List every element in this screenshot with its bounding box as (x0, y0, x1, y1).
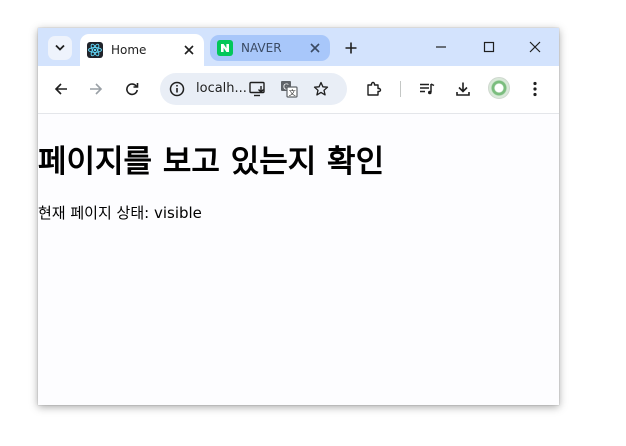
site-info-button[interactable] (166, 78, 188, 100)
new-tab-button[interactable] (341, 38, 361, 58)
tab-title: Home (111, 43, 147, 57)
info-icon (169, 81, 185, 97)
media-queue-icon (420, 83, 435, 95)
forward-icon (90, 83, 103, 95)
media-queue-button[interactable] (416, 78, 438, 100)
tab-strip: Home NAVER (38, 28, 559, 66)
chevron-down-icon (55, 44, 65, 51)
menu-button[interactable] (524, 78, 546, 100)
browser-window: Home NAVER localh... G 文 페이지를 보고 있는지 확인 … (38, 28, 559, 405)
close-window-button[interactable] (520, 35, 550, 59)
tab-naver[interactable]: NAVER (210, 35, 330, 61)
naver-icon (217, 40, 233, 56)
maximize-button[interactable] (474, 35, 504, 59)
profile-avatar[interactable] (488, 77, 510, 99)
download-button[interactable] (452, 78, 474, 100)
minimize-button[interactable] (426, 35, 456, 59)
translate-icon: G文 (281, 81, 298, 98)
url-text[interactable]: localh... (196, 81, 247, 96)
page-heading: 페이지를 보고 있는지 확인 (38, 144, 385, 180)
tab-search-button[interactable] (48, 36, 72, 60)
plus-icon (345, 42, 357, 54)
visibility-status-text: 현재 페이지 상태: visible (38, 204, 202, 222)
address-bar[interactable]: localh... G文 (160, 73, 347, 105)
tab-home[interactable]: Home (80, 34, 204, 66)
extensions-icon (367, 81, 382, 96)
install-app-icon (249, 81, 265, 97)
menu-icon (533, 81, 537, 97)
reload-icon (126, 83, 139, 96)
forward-button[interactable] (85, 78, 107, 100)
back-button[interactable] (50, 78, 72, 100)
install-app-button[interactable] (247, 78, 269, 100)
maximize-icon (483, 41, 495, 53)
react-icon (87, 42, 103, 58)
minimize-icon (436, 46, 446, 48)
close-tab-button[interactable] (306, 39, 324, 57)
close-icon (184, 45, 194, 55)
back-icon (54, 83, 67, 95)
reload-button[interactable] (121, 78, 143, 100)
toolbar: localh... G文 (38, 66, 559, 114)
close-icon (310, 43, 320, 53)
bookmark-button[interactable] (310, 78, 332, 100)
extensions-button[interactable] (363, 78, 385, 100)
close-icon (529, 41, 541, 53)
toolbar-divider (400, 81, 401, 97)
download-icon (456, 82, 470, 96)
bookmark-star-icon (313, 81, 329, 96)
tab-title: NAVER (241, 41, 282, 55)
translate-button[interactable]: G文 (278, 78, 300, 100)
close-tab-button[interactable] (180, 41, 198, 59)
page-content: 페이지를 보고 있는지 확인 현재 페이지 상태: visible (38, 114, 559, 405)
svg-text:文: 文 (289, 88, 296, 97)
